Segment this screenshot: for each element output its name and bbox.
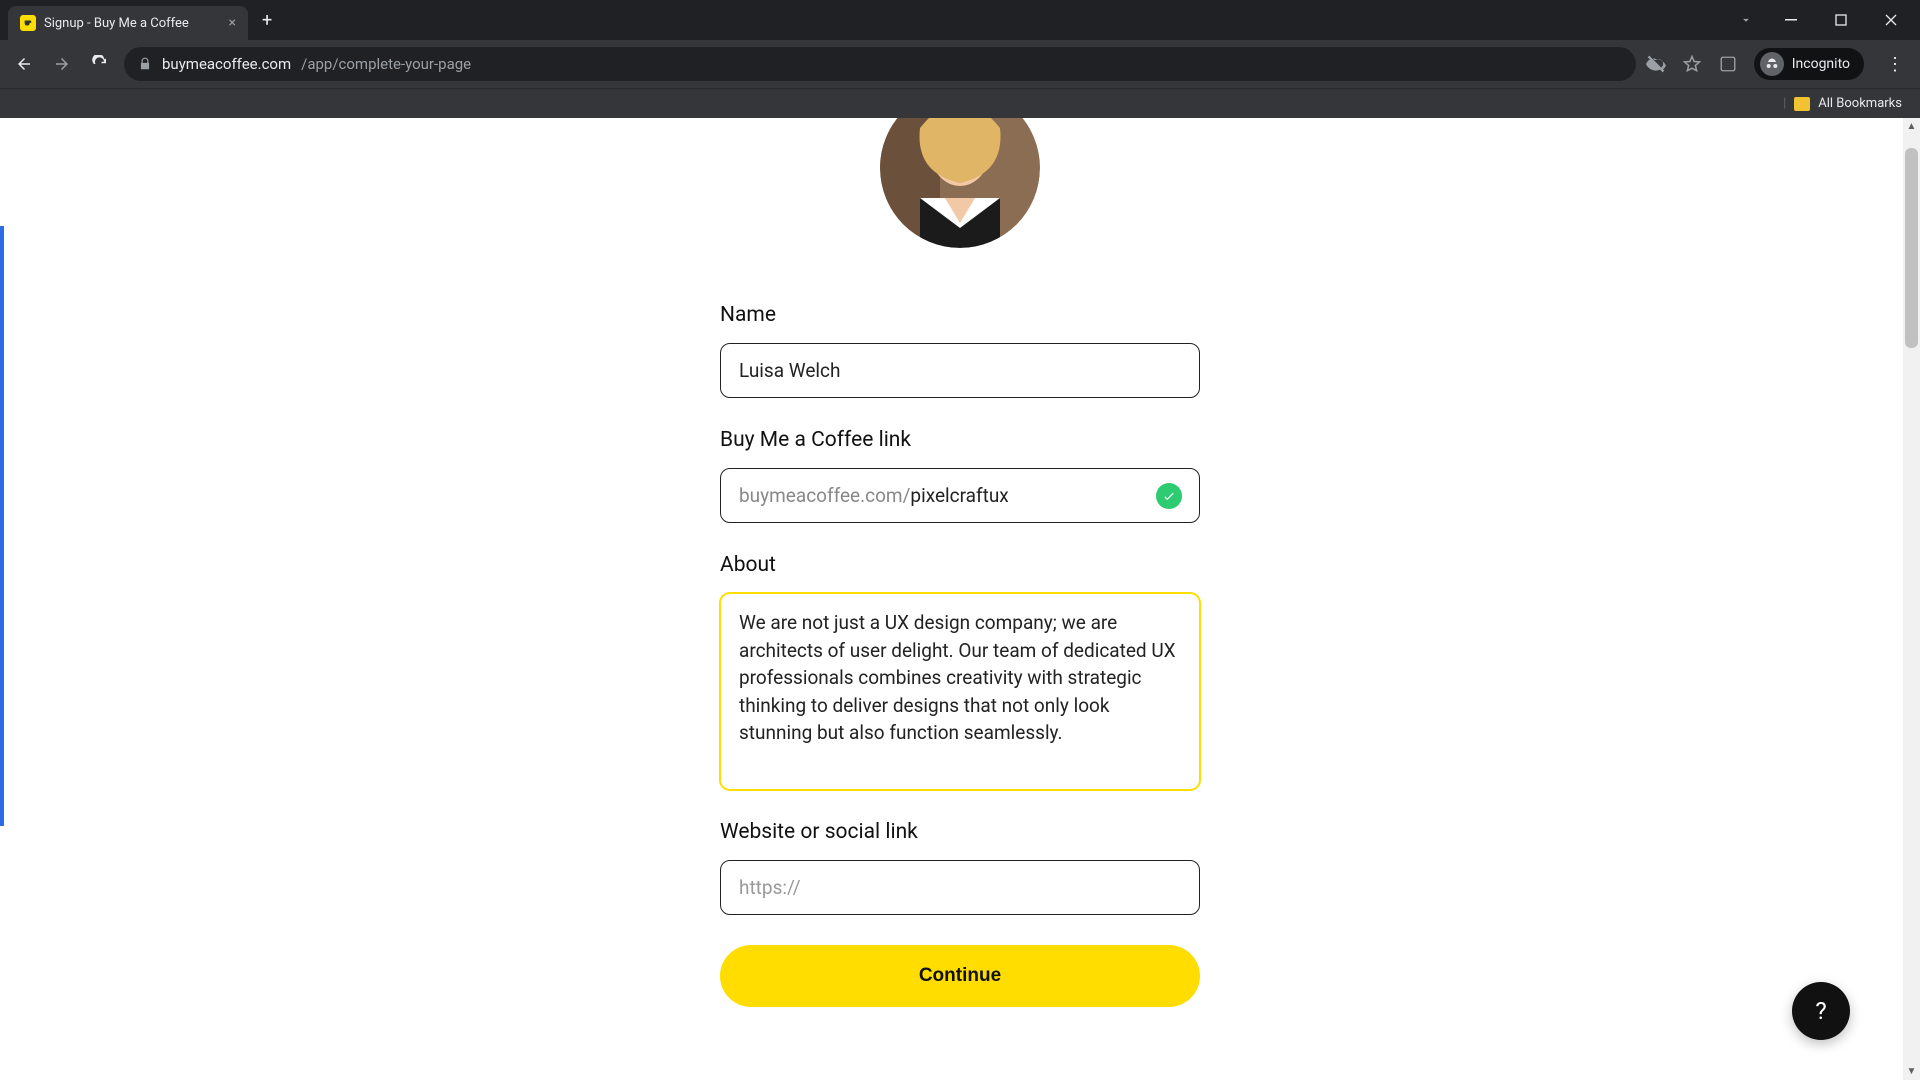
incognito-icon [1760, 52, 1784, 76]
about-textarea[interactable] [720, 593, 1200, 790]
maximize-window-button[interactable] [1818, 4, 1864, 36]
checkmark-icon [1156, 483, 1182, 509]
coffee-favicon-icon [20, 15, 36, 31]
reload-button[interactable] [86, 50, 114, 78]
scroll-down-icon[interactable]: ▼ [1903, 1063, 1920, 1080]
page-content: Name Buy Me a Coffee link buymeacoffee.c… [0, 118, 1920, 1080]
website-label: Website or social link [720, 820, 1200, 844]
side-accent [0, 226, 4, 826]
website-input[interactable] [720, 860, 1200, 915]
chrome-menu-button[interactable]: ⋮ [1880, 54, 1910, 75]
close-window-button[interactable] [1868, 4, 1914, 36]
scroll-up-icon[interactable]: ▲ [1903, 118, 1920, 135]
forward-button[interactable] [48, 50, 76, 78]
avatar[interactable] [880, 118, 1040, 248]
url-input[interactable]: buymeacoffee.com/app/complete-your-page [124, 47, 1636, 81]
folder-icon [1794, 97, 1810, 111]
continue-button[interactable]: Continue [720, 945, 1200, 1007]
url-path: /app/complete-your-page [301, 55, 471, 73]
link-value: pixelcraftux [910, 484, 1008, 507]
address-bar: buymeacoffee.com/app/complete-your-page … [0, 40, 1920, 88]
new-tab-button[interactable]: + [248, 10, 286, 31]
tab-strip: Signup - Buy Me a Coffee × + [0, 0, 1920, 40]
about-label: About [720, 553, 1200, 577]
bookmarks-bar: | All Bookmarks [0, 88, 1920, 118]
scrollbar[interactable]: ▲ ▼ [1903, 118, 1920, 1080]
tab-title: Signup - Buy Me a Coffee [44, 16, 189, 31]
eye-slash-icon[interactable] [1646, 54, 1666, 74]
link-label: Buy Me a Coffee link [720, 428, 1200, 452]
help-button[interactable]: ? [1792, 982, 1850, 1040]
link-prefix: buymeacoffee.com/ [739, 484, 910, 507]
close-tab-icon[interactable]: × [229, 15, 236, 31]
star-icon[interactable] [1682, 54, 1702, 74]
url-domain: buymeacoffee.com [162, 55, 291, 73]
extensions-icon[interactable] [1718, 54, 1738, 74]
all-bookmarks-button[interactable]: All Bookmarks [1818, 96, 1902, 111]
incognito-label: Incognito [1792, 56, 1850, 72]
minimize-window-button[interactable] [1768, 4, 1814, 36]
name-label: Name [720, 303, 1200, 327]
name-input[interactable] [720, 343, 1200, 398]
link-input[interactable]: buymeacoffee.com/pixelcraftux [720, 468, 1200, 523]
tab-search-icon[interactable] [1728, 4, 1764, 36]
back-button[interactable] [10, 50, 38, 78]
browser-tab[interactable]: Signup - Buy Me a Coffee × [8, 6, 248, 40]
scroll-thumb[interactable] [1905, 148, 1918, 348]
incognito-badge[interactable]: Incognito [1754, 48, 1864, 80]
lock-icon [138, 57, 152, 71]
